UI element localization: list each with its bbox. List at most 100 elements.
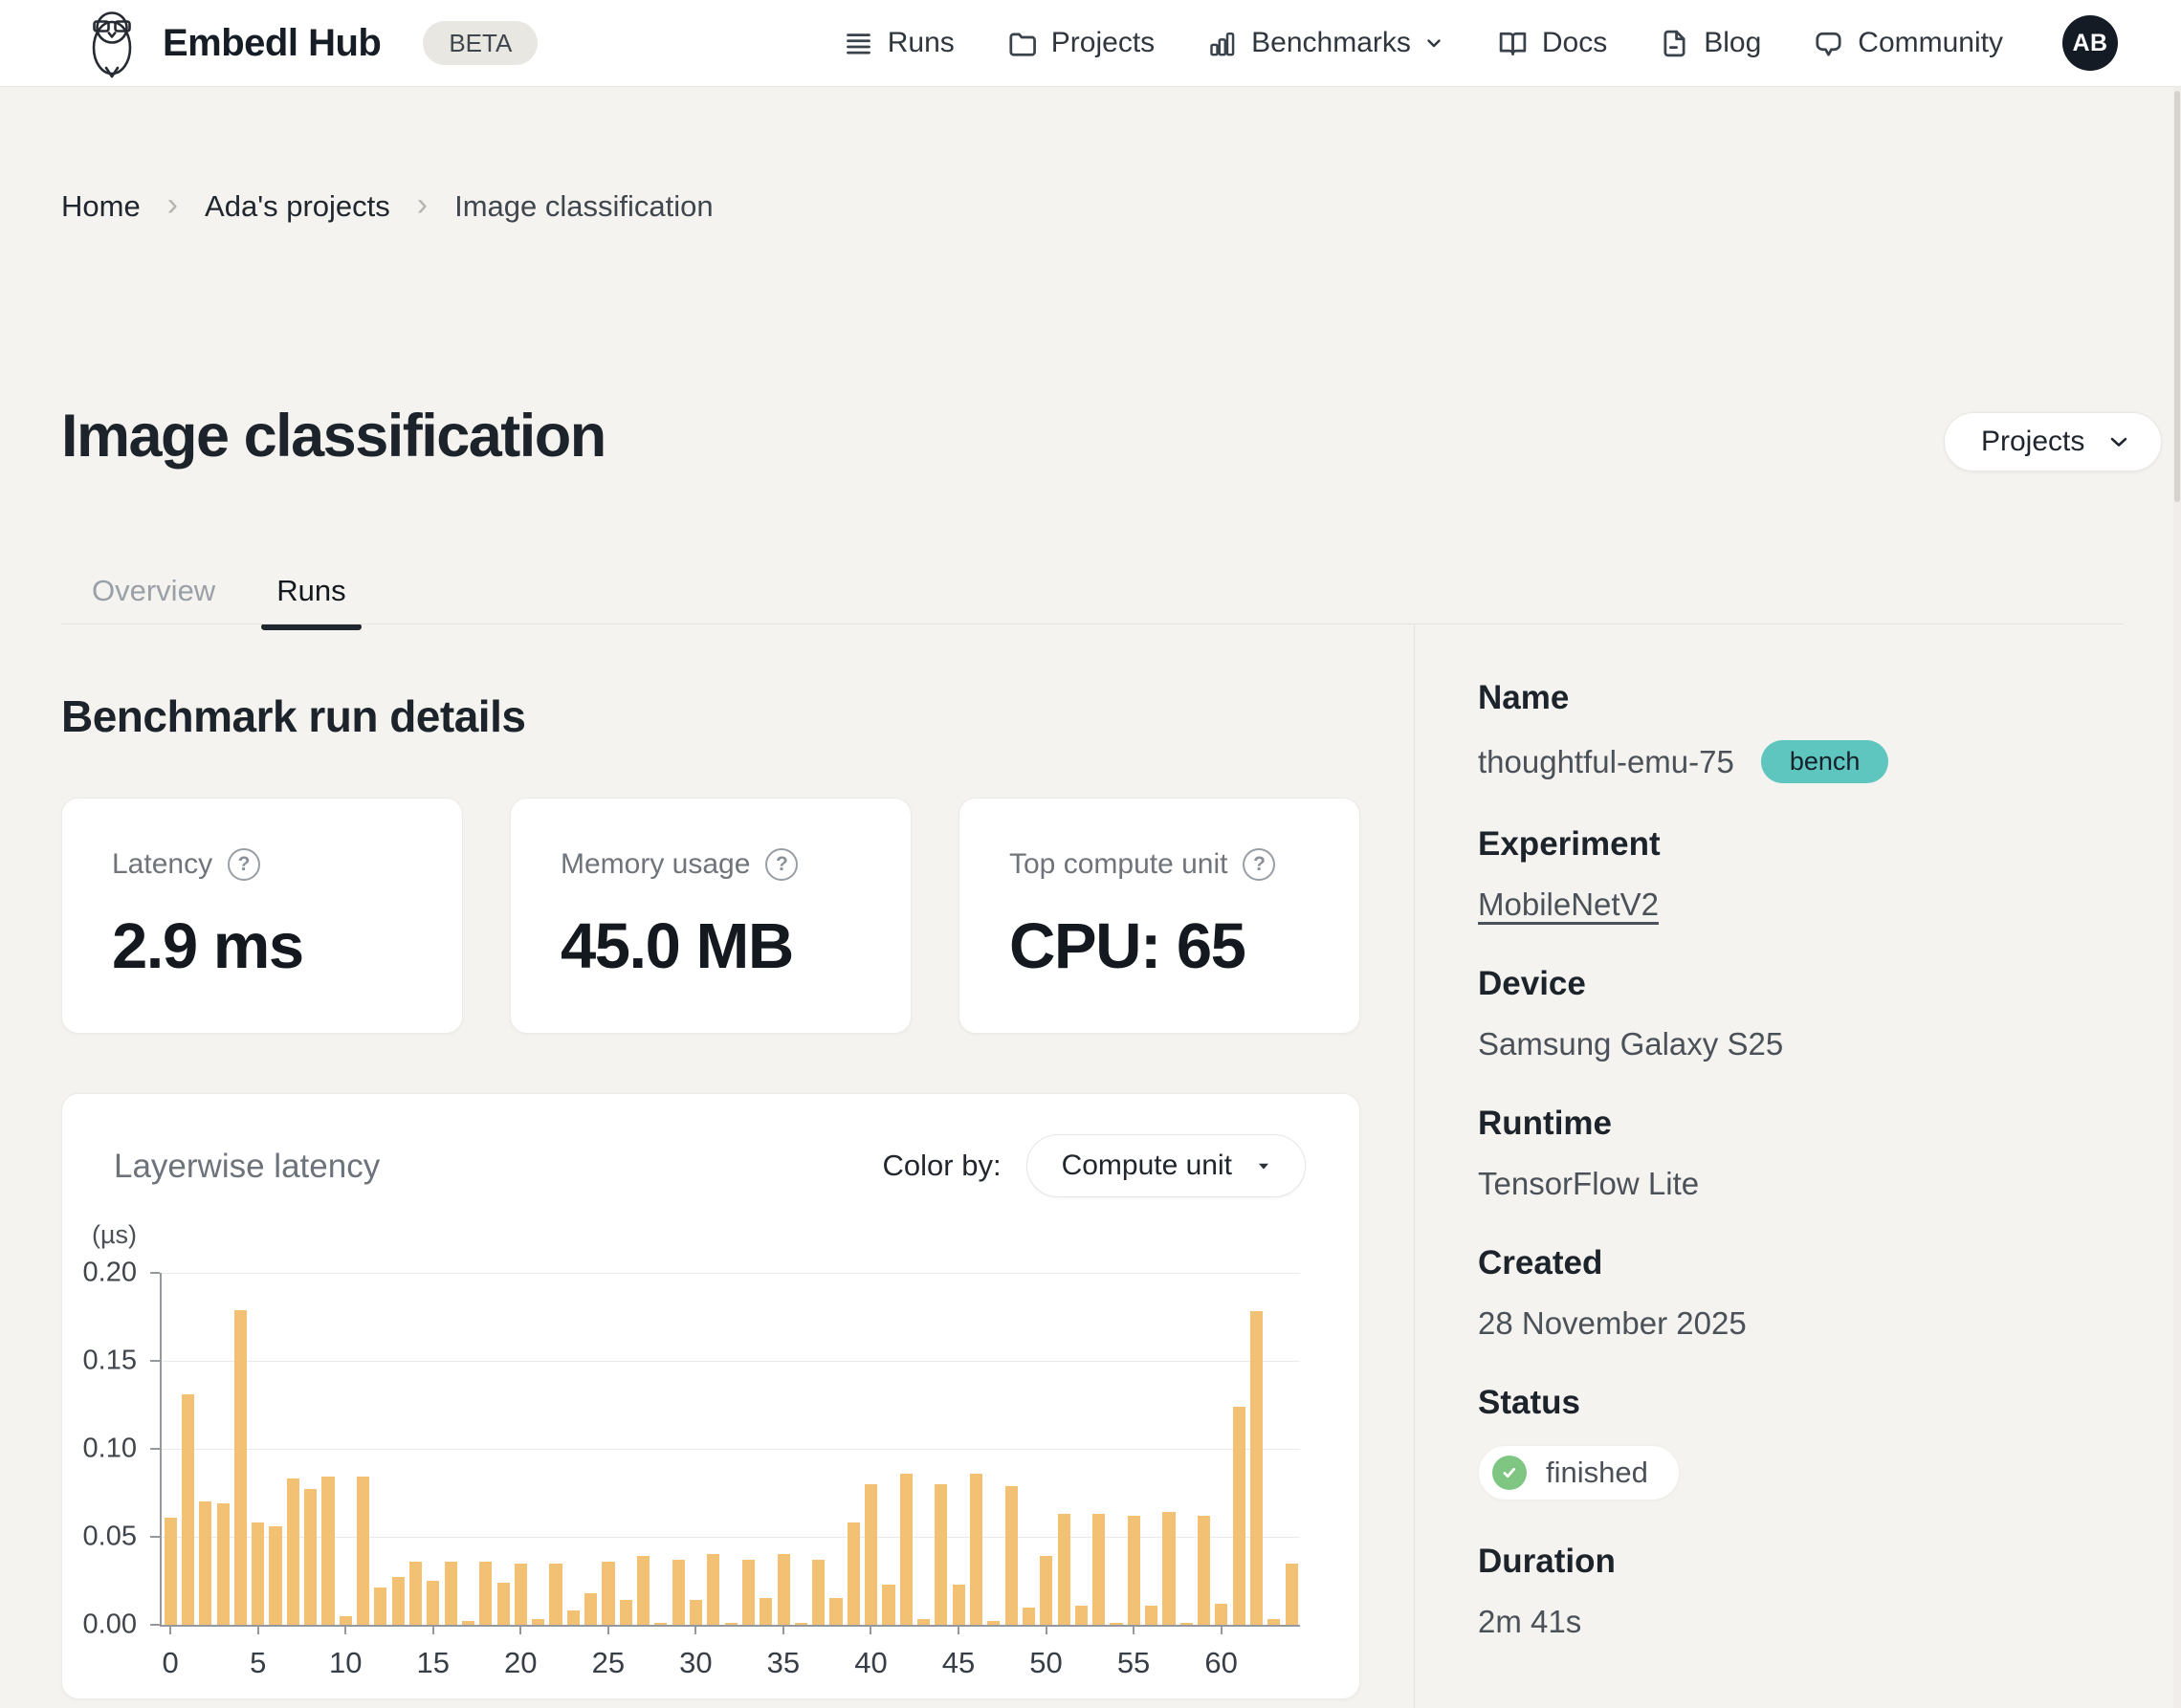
- help-icon[interactable]: ?: [765, 848, 798, 881]
- latency-bar[interactable]: [409, 1562, 422, 1625]
- latency-bar[interactable]: [987, 1621, 1000, 1625]
- check-circle-icon: [1492, 1456, 1527, 1490]
- latency-bar[interactable]: [725, 1623, 738, 1625]
- tab-overview[interactable]: Overview: [61, 558, 246, 624]
- latency-bar[interactable]: [199, 1501, 211, 1625]
- bar-slot: [758, 1273, 775, 1625]
- latency-bar[interactable]: [287, 1478, 299, 1625]
- latency-bar[interactable]: [654, 1623, 667, 1625]
- latency-bar[interactable]: [742, 1560, 755, 1625]
- latency-bar[interactable]: [637, 1556, 650, 1625]
- nav-item-community[interactable]: Community: [1813, 27, 2003, 59]
- latency-bar[interactable]: [1110, 1623, 1122, 1625]
- latency-bar[interactable]: [321, 1477, 334, 1625]
- scrollbar-thumb[interactable]: [2174, 91, 2180, 502]
- latency-bar[interactable]: [1215, 1604, 1227, 1625]
- latency-bar[interactable]: [1145, 1606, 1157, 1625]
- latency-bar[interactable]: [953, 1585, 965, 1625]
- latency-bar[interactable]: [935, 1484, 947, 1625]
- latency-bar[interactable]: [1180, 1623, 1193, 1625]
- latency-bar[interactable]: [532, 1619, 544, 1625]
- latency-bar[interactable]: [462, 1621, 474, 1625]
- latency-bar[interactable]: [690, 1600, 702, 1625]
- latency-bar[interactable]: [707, 1554, 719, 1625]
- latency-bar[interactable]: [1023, 1608, 1035, 1625]
- latency-bar[interactable]: [567, 1610, 580, 1625]
- breadcrumb-item[interactable]: Home: [61, 189, 141, 224]
- latency-bar[interactable]: [882, 1585, 894, 1625]
- latency-bar[interactable]: [1162, 1512, 1175, 1625]
- latency-bar[interactable]: [217, 1503, 230, 1625]
- latency-bar[interactable]: [584, 1593, 597, 1625]
- latency-bar[interactable]: [865, 1484, 877, 1625]
- color-by-select[interactable]: Compute unit: [1026, 1134, 1306, 1197]
- x-tick-label: 55: [1117, 1646, 1150, 1680]
- experiment-link[interactable]: MobileNetV2: [1478, 887, 1659, 923]
- nav-item-runs[interactable]: Runs: [843, 27, 955, 59]
- nav-item-blog[interactable]: Blog: [1659, 27, 1761, 59]
- help-icon[interactable]: ?: [228, 848, 260, 881]
- projects-dropdown-button[interactable]: Projects: [1944, 412, 2162, 471]
- latency-bar[interactable]: [497, 1583, 510, 1625]
- sidebar-group-value: Samsung Galaxy S25: [1478, 1026, 1783, 1062]
- latency-bar[interactable]: [1058, 1514, 1070, 1625]
- latency-bar[interactable]: [165, 1518, 177, 1625]
- bar-slot: [617, 1273, 634, 1625]
- latency-bar[interactable]: [304, 1489, 317, 1625]
- latency-bar[interactable]: [900, 1474, 913, 1625]
- sidebar-group-status: Statusfinished: [1478, 1384, 2128, 1500]
- latency-bar[interactable]: [1267, 1619, 1280, 1625]
- bar-slot: [477, 1273, 495, 1625]
- latency-bar[interactable]: [392, 1577, 405, 1625]
- help-icon[interactable]: ?: [1243, 848, 1275, 881]
- latency-bar[interactable]: [760, 1598, 772, 1625]
- latency-bar[interactable]: [829, 1598, 842, 1625]
- latency-bar[interactable]: [1250, 1311, 1263, 1625]
- latency-bar[interactable]: [549, 1564, 562, 1625]
- latency-bar[interactable]: [357, 1477, 369, 1625]
- x-tick: [782, 1625, 784, 1634]
- latency-bar[interactable]: [340, 1616, 352, 1625]
- x-tick: [958, 1625, 959, 1634]
- nav-item-projects[interactable]: Projects: [1006, 27, 1155, 59]
- user-avatar[interactable]: AB: [2062, 15, 2118, 71]
- latency-bar[interactable]: [970, 1474, 982, 1625]
- nav-item-docs[interactable]: Docs: [1497, 27, 1607, 59]
- latency-bar[interactable]: [1040, 1556, 1052, 1625]
- bar-slot: [1213, 1273, 1230, 1625]
- latency-bar[interactable]: [1233, 1407, 1245, 1625]
- latency-bar[interactable]: [182, 1394, 194, 1625]
- owl-logo-icon[interactable]: [84, 8, 140, 78]
- latency-bar[interactable]: [1286, 1564, 1298, 1625]
- latency-bar[interactable]: [778, 1554, 790, 1625]
- latency-bar[interactable]: [427, 1581, 439, 1625]
- latency-bar[interactable]: [1198, 1516, 1210, 1625]
- latency-bar[interactable]: [620, 1600, 632, 1625]
- latency-bar[interactable]: [917, 1619, 930, 1625]
- brand-title[interactable]: Embedl Hub: [163, 22, 381, 65]
- bar-slot: [1125, 1273, 1142, 1625]
- tab-runs[interactable]: Runs: [246, 558, 376, 624]
- latency-bar[interactable]: [812, 1560, 825, 1625]
- latency-bar[interactable]: [252, 1522, 264, 1625]
- latency-bar[interactable]: [479, 1562, 492, 1625]
- latency-bar[interactable]: [515, 1564, 527, 1625]
- latency-bar[interactable]: [374, 1588, 386, 1625]
- latency-bar[interactable]: [602, 1562, 614, 1625]
- run-info-sidebar: Namethoughtful-emu-75benchExperimentMobi…: [1478, 679, 2128, 1682]
- latency-bar[interactable]: [848, 1522, 860, 1625]
- latency-bar[interactable]: [1092, 1514, 1105, 1625]
- breadcrumb-item[interactable]: Ada's projects: [205, 189, 390, 224]
- latency-bar[interactable]: [269, 1526, 281, 1625]
- latency-bar[interactable]: [445, 1562, 457, 1625]
- sidebar-group-runtime: RuntimeTensorFlow Lite: [1478, 1105, 2128, 1202]
- nav-item-label: Benchmarks: [1251, 27, 1411, 59]
- latency-bar[interactable]: [1005, 1486, 1018, 1625]
- nav-item-benchmarks[interactable]: Benchmarks: [1206, 27, 1445, 59]
- latency-bar[interactable]: [795, 1623, 807, 1625]
- y-tick: [150, 1272, 160, 1274]
- latency-bar[interactable]: [1128, 1516, 1140, 1625]
- latency-bar[interactable]: [672, 1560, 685, 1625]
- latency-bar[interactable]: [1075, 1606, 1088, 1625]
- latency-bar[interactable]: [234, 1310, 247, 1625]
